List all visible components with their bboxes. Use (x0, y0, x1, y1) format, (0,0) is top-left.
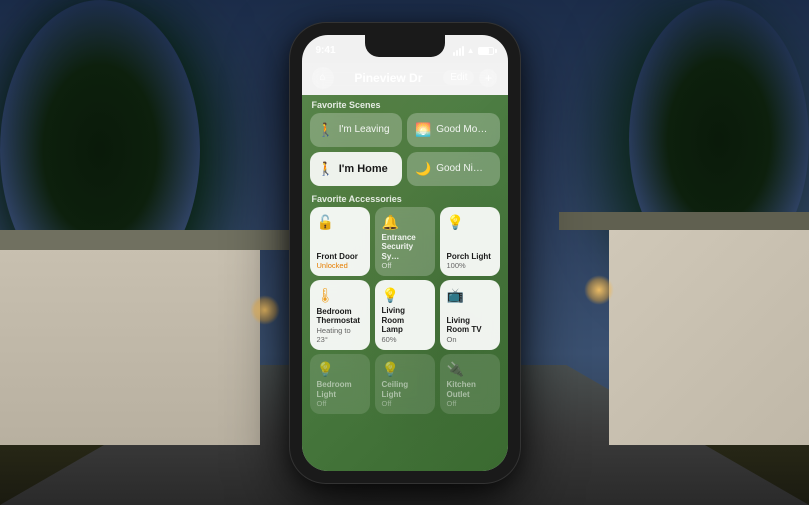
phone-wrapper: 9:41 ▲ ⌂ (290, 23, 520, 483)
roof-left (0, 230, 300, 250)
thermostat-name: Bedroom Thermostat (317, 307, 363, 326)
scene-goodnight-label: Good Ni… (436, 163, 483, 174)
living-lamp-status: 60% (382, 335, 428, 344)
scenes-bottom-row: 🚶 I'm Home 🌙 Good Ni… (302, 152, 508, 191)
security-status: Off (382, 261, 428, 270)
accessory-bedroom-light[interactable]: 💡 Bedroom Light Off (310, 354, 370, 414)
porch-light-icon: 💡 (447, 214, 493, 231)
wifi-icon: ▲ (467, 46, 475, 55)
accessory-porch-light[interactable]: 💡 Porch Light 100% (440, 207, 500, 277)
app-header: ⌂ Pineview Dr Edit + (302, 63, 508, 95)
scene-goodnight[interactable]: 🌙 Good Ni… (407, 152, 500, 186)
accessories-row-2: 🌡 Bedroom Thermostat Heating to 23° 💡 Li… (302, 280, 508, 350)
accessories-section-label: Favorite Accessories (302, 191, 508, 207)
bedroom-light-status: Off (317, 399, 363, 408)
header-title: Pineview Dr (354, 71, 422, 85)
phone-screen: 9:41 ▲ ⌂ (302, 35, 508, 471)
thermostat-status: Heating to 23° (317, 326, 363, 344)
bedroom-light-name: Bedroom Light (317, 380, 363, 399)
light-glow-right (584, 275, 614, 305)
phone-notch (365, 35, 445, 57)
status-icons: ▲ (453, 46, 494, 56)
accessory-front-door[interactable]: 🔓 Front Door Unlocked (310, 207, 370, 277)
screen-content: Favorite Scenes 🚶 I'm Leaving 🌅 Good Mo… (302, 95, 508, 471)
scenes-top-row: 🚶 I'm Leaving 🌅 Good Mo… (302, 113, 508, 152)
add-button[interactable]: + (479, 69, 497, 87)
ceiling-light-icon: 💡 (382, 361, 428, 378)
porch-light-name: Porch Light (447, 252, 493, 262)
scene-goodmorning-icon: 🌅 (415, 122, 431, 138)
ceiling-light-status: Off (382, 399, 428, 408)
scenes-section-label: Favorite Scenes (302, 95, 508, 113)
home-icon: ⌂ (319, 72, 325, 83)
scene-home-icon: 🚶 (318, 161, 334, 177)
accessories-row-3: 💡 Bedroom Light Off 💡 Ceiling Light Off (302, 354, 508, 414)
ceiling-light-name: Ceiling Light (382, 380, 428, 399)
roof-right (559, 212, 809, 230)
scene-leaving[interactable]: 🚶 I'm Leaving (310, 113, 403, 147)
accessory-security[interactable]: 🔔 Entrance Security Sy… Off (375, 207, 435, 277)
security-icon: 🔔 (382, 214, 428, 231)
house-wall-left (0, 245, 260, 445)
home-button[interactable]: ⌂ (312, 67, 334, 89)
battery-icon (478, 47, 494, 55)
living-lamp-icon: 💡 (382, 287, 428, 304)
accessory-ceiling-light[interactable]: 💡 Ceiling Light Off (375, 354, 435, 414)
front-door-name: Front Door (317, 252, 363, 262)
scene-home[interactable]: 🚶 I'm Home (310, 152, 403, 186)
header-actions: Edit + (443, 69, 497, 87)
front-door-status: Unlocked (317, 261, 363, 270)
accessory-thermostat[interactable]: 🌡 Bedroom Thermostat Heating to 23° (310, 280, 370, 350)
scene-home-label: I'm Home (339, 163, 388, 175)
edit-button[interactable]: Edit (443, 70, 474, 85)
scene-goodmorning-label: Good Mo… (436, 124, 487, 135)
scene-leaving-label: I'm Leaving (339, 124, 390, 135)
scene-leaving-icon: 🚶 (318, 122, 334, 138)
signal-icon (453, 46, 464, 56)
living-tv-icon: 📺 (447, 287, 493, 304)
security-name: Entrance Security Sy… (382, 233, 428, 262)
accessory-living-lamp[interactable]: 💡 Living Room Lamp 60% (375, 280, 435, 350)
status-time: 9:41 (316, 45, 336, 56)
accessories-row-1: 🔓 Front Door Unlocked 🔔 Entrance Securit… (302, 207, 508, 277)
thermostat-icon: 🌡 (317, 287, 363, 304)
living-tv-name: Living Room TV (447, 316, 493, 335)
house-wall-right (609, 225, 809, 445)
living-lamp-name: Living Room Lamp (382, 306, 428, 335)
accessory-living-tv[interactable]: 📺 Living Room TV On (440, 280, 500, 350)
kitchen-outlet-status: Off (447, 399, 493, 408)
scene-goodmorning[interactable]: 🌅 Good Mo… (407, 113, 500, 147)
light-glow-left (250, 295, 280, 325)
accessory-kitchen-outlet[interactable]: 🔌 Kitchen Outlet Off (440, 354, 500, 414)
kitchen-outlet-icon: 🔌 (447, 361, 493, 378)
front-door-icon: 🔓 (317, 214, 363, 231)
porch-light-status: 100% (447, 261, 493, 270)
bedroom-light-icon: 💡 (317, 361, 363, 378)
kitchen-outlet-name: Kitchen Outlet (447, 380, 493, 399)
phone-device: 9:41 ▲ ⌂ (290, 23, 520, 483)
scene-goodnight-icon: 🌙 (415, 161, 431, 177)
living-tv-status: On (447, 335, 493, 344)
